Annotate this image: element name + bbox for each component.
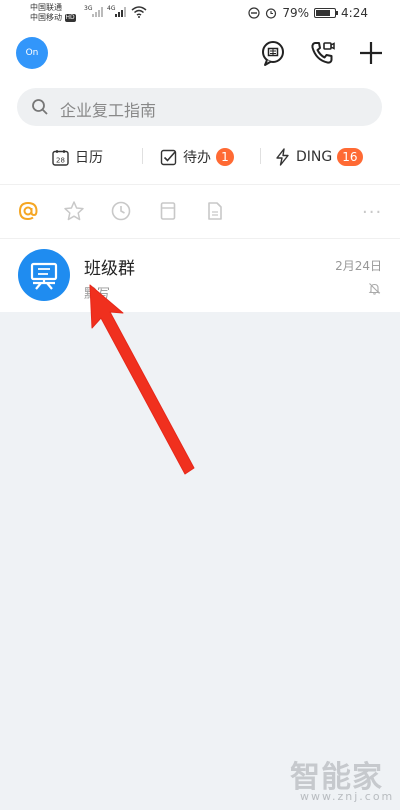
svg-text:3G: 3G bbox=[84, 5, 93, 12]
ding-button[interactable]: DING 16 bbox=[275, 146, 363, 168]
todo-button[interactable]: 待办 1 bbox=[160, 146, 234, 168]
calendar-label: 日历 bbox=[75, 150, 103, 166]
bookmark-icon[interactable] bbox=[157, 200, 179, 222]
document-icon[interactable] bbox=[204, 200, 226, 222]
battery-icon bbox=[314, 8, 339, 18]
clock: 4:24 bbox=[341, 6, 368, 20]
mute-icon bbox=[368, 283, 381, 295]
watermark-url: www.znj.com bbox=[300, 790, 395, 803]
todo-check-icon bbox=[160, 149, 177, 165]
chat-list-item[interactable]: 班级群 默写 2月24日 bbox=[0, 239, 400, 312]
search-placeholder: 企业复工指南 bbox=[60, 101, 157, 120]
separator bbox=[260, 148, 261, 164]
ding-badge: 16 bbox=[337, 148, 363, 166]
clock-icon[interactable] bbox=[110, 200, 132, 222]
todo-label: 待办 bbox=[183, 150, 211, 166]
status-right: 79% 4:24 bbox=[248, 6, 368, 20]
avatar-text: On bbox=[25, 48, 39, 58]
ding-label: DING bbox=[296, 149, 333, 165]
alarm-icon bbox=[266, 8, 277, 19]
more-filters-button[interactable]: ··· bbox=[362, 202, 382, 223]
todo-badge: 1 bbox=[216, 148, 234, 166]
calendar-button[interactable]: 28 日历 bbox=[52, 146, 103, 168]
search-bar[interactable]: 企业复工指南 bbox=[17, 88, 382, 126]
svg-text:4G: 4G bbox=[107, 5, 116, 12]
chat-name: 班级群 bbox=[84, 259, 135, 279]
lightning-icon bbox=[276, 148, 289, 166]
avatar[interactable]: On bbox=[16, 37, 48, 69]
do-not-disturb-icon bbox=[248, 7, 260, 19]
video-call-icon[interactable] bbox=[307, 38, 337, 68]
at-icon[interactable] bbox=[17, 200, 39, 222]
wifi-icon bbox=[131, 6, 147, 18]
hd-badge: HD bbox=[64, 14, 76, 22]
secret-chat-icon[interactable] bbox=[258, 38, 288, 68]
status-bar: 中国联通 中国移动 HD 3G 4G 79% 4:24 bbox=[0, 0, 400, 28]
search-icon bbox=[32, 99, 48, 115]
chat-preview: 默写 bbox=[84, 287, 111, 302]
calendar-icon: 28 bbox=[52, 149, 69, 166]
separator bbox=[142, 148, 143, 164]
svg-text:28: 28 bbox=[56, 156, 65, 164]
carrier-2: 中国移动 bbox=[30, 13, 62, 22]
signal-icon-2: 4G bbox=[107, 5, 126, 17]
signal-icon-1: 3G bbox=[84, 5, 103, 17]
star-icon[interactable] bbox=[63, 200, 85, 222]
class-group-icon bbox=[30, 262, 58, 290]
chat-date: 2月24日 bbox=[335, 259, 382, 273]
plus-icon[interactable] bbox=[356, 38, 386, 68]
carrier-info: 中国联通 中国移动 HD bbox=[30, 3, 76, 23]
divider bbox=[0, 184, 400, 185]
battery-percent: 79% bbox=[282, 6, 310, 20]
group-avatar bbox=[18, 249, 70, 301]
carrier-1: 中国联通 bbox=[30, 3, 62, 12]
